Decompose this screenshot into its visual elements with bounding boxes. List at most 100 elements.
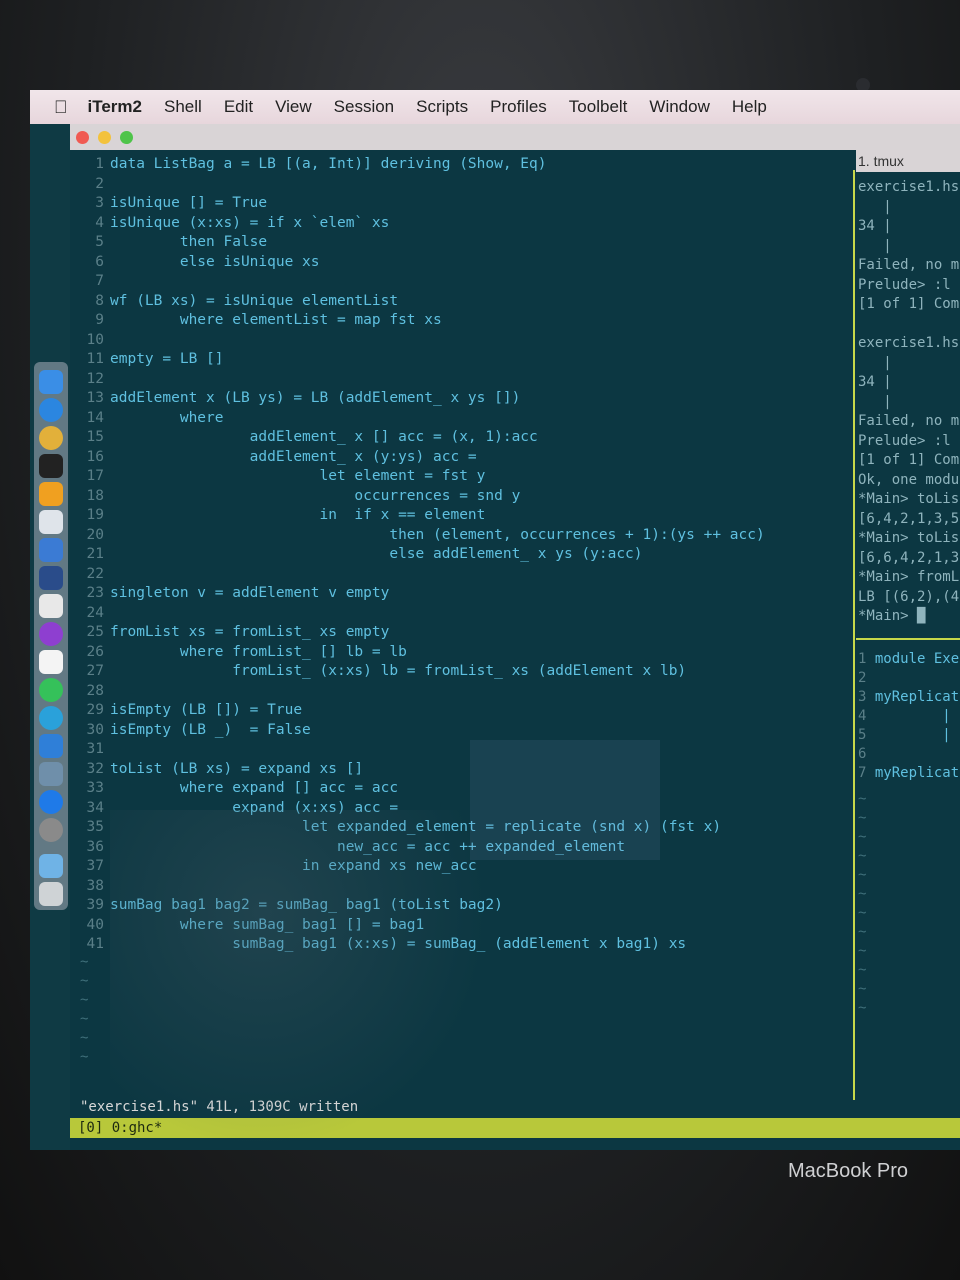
code-line: 7 [70,271,110,291]
menu-window[interactable]: Window [649,97,709,117]
ghci-output-line: | [858,198,892,215]
apple-icon[interactable]:  [54,97,68,118]
code-text: module Exe [874,651,960,667]
menu-help[interactable]: Help [732,97,767,117]
telegram-icon[interactable] [39,706,63,730]
sublime-icon[interactable] [39,482,63,506]
code-line: 4 | [858,707,959,726]
code-line: 29 isEmpty (LB []) = True [70,700,303,720]
code-line: 24 [70,603,110,623]
vim-editor-pane[interactable]: 1 data ListBag a = LB [(a, Int)] deriving… [70,150,850,1100]
empty-line-tilde: ~ [858,924,867,940]
menu-shell[interactable]: Shell [164,97,202,117]
code-line: 2 [70,174,110,194]
code-text: sumBag_ bag1 (x:xs) = sumBag_ (addElemen… [110,936,687,952]
code-line: 1 module Exe [858,650,959,669]
menu-session[interactable]: Session [334,97,394,117]
code-text: where [110,409,224,426]
code-line: 16 addElement_ x (y:ys) acc = [70,447,477,467]
ghci-output-line: *Main> toList [858,491,960,507]
empty-line-tilde: ~ [858,867,867,883]
menu-bar:  iTerm2 Shell Edit View Session Scripts… [30,90,960,124]
code-text: let element = fst y [110,468,486,484]
line-number: 25 [86,624,104,640]
preview-icon[interactable] [39,762,63,786]
code-text: isEmpty (LB _) = False [110,721,311,738]
dock [34,362,68,910]
notes-icon[interactable] [39,594,63,618]
line-number: 20 [86,526,104,543]
code-line: 26 where fromList_ [] lb = lb [70,642,407,662]
ghci-output-line: [6,4,2,1,3,5] [858,510,960,527]
line-number: 31 [86,741,104,757]
line-number: 6 [95,253,104,270]
empty-line-tilde: ~ [858,810,867,826]
code-line: 10 [70,330,110,350]
line-number: 39 [86,897,104,913]
code-line: 36 new_acc = acc ++ expanded_element [70,837,626,857]
code-text: in if x == element [110,507,486,523]
safari-icon[interactable] [39,398,63,422]
code-text: where fromList_ [] lb = lb [110,643,407,660]
menu-view[interactable]: View [275,97,312,117]
chrome-icon[interactable] [39,426,63,450]
code-line: 33 where expand [] acc = acc [70,778,399,798]
code-text: | [874,727,960,743]
close-window-button[interactable] [76,131,89,144]
zoom-window-button[interactable] [120,131,133,144]
code-line: 12 [70,369,110,389]
code-line: 2 [858,669,875,688]
code-line: 40 where sumBag_ bag1 [] = bag1 [70,915,425,935]
code-line: 25 fromList xs = fromList_ xs empty [70,622,390,642]
onedrive-icon[interactable] [39,734,63,758]
pane-divider[interactable] [853,170,855,1100]
code-line: 37 in expand xs new_acc [70,856,477,876]
ghci-output-line: [1 of 1] Comp [858,296,960,312]
ghci-output-line: [1 of 1] Compi [858,452,960,468]
xcode-icon[interactable] [39,538,63,562]
whatsapp-icon[interactable] [39,678,63,702]
finder-icon[interactable] [39,370,63,394]
code-line: 32 toList (LB xs) = expand xs [] [70,759,364,779]
textedit-icon[interactable] [39,650,63,674]
code-line: 21 else addElement_ x ys (y:acc) [70,544,643,564]
terminal-icon[interactable] [39,454,63,478]
line-number: 35 [86,819,104,835]
ghci-output-line: 34 | [858,374,892,390]
menu-scripts[interactable]: Scripts [416,97,468,117]
minimize-window-button[interactable] [98,131,111,144]
code-text: wf (LB xs) = isUnique elementList [110,292,399,309]
line-number: 23 [86,585,104,601]
ghci-pane[interactable]: 1. tmux exercise1.hs: | 34 | | Failed, no … [856,150,960,1100]
code-text: myReplicat [874,765,960,781]
downloads-folder-icon[interactable] [39,854,63,878]
horizontal-pane-divider[interactable] [856,638,960,640]
line-number: 40 [86,916,104,933]
menu-app-name[interactable]: iTerm2 [88,97,143,117]
ghci-output-line: exercise1.hs: [858,335,960,351]
menu-edit[interactable]: Edit [224,97,253,117]
line-number: 9 [95,312,104,328]
line-number: 10 [86,331,104,348]
menu-toolbelt[interactable]: Toolbelt [569,97,628,117]
code-line: 17 let element = fst y [70,466,486,486]
tmux-status-bar: [0] 0:ghc* [70,1118,960,1138]
tmux-tab-title[interactable]: 1. tmux [856,150,960,172]
appstore-icon[interactable] [39,790,63,814]
trash-icon[interactable] [39,882,63,906]
code-text: isUnique (x:xs) = if x `elem` xs [110,214,390,231]
instruments-icon[interactable] [39,566,63,590]
empty-line-tilde: ~ [80,972,89,989]
settings-icon[interactable] [39,818,63,842]
box-icon[interactable] [39,510,63,534]
ghci-output-line: Prelude> :l ex [858,432,960,449]
code-line: 38 [70,876,110,896]
code-text: myReplicat [874,689,960,705]
menu-profiles[interactable]: Profiles [490,97,547,117]
code-text: let expanded_element = replicate (snd x)… [110,819,722,835]
code-text: occurrences = snd y [110,487,521,504]
messenger-icon[interactable] [39,622,63,646]
line-number: 12 [86,370,104,387]
empty-line-tilde: ~ [858,848,867,864]
empty-line-tilde: ~ [858,1000,867,1016]
